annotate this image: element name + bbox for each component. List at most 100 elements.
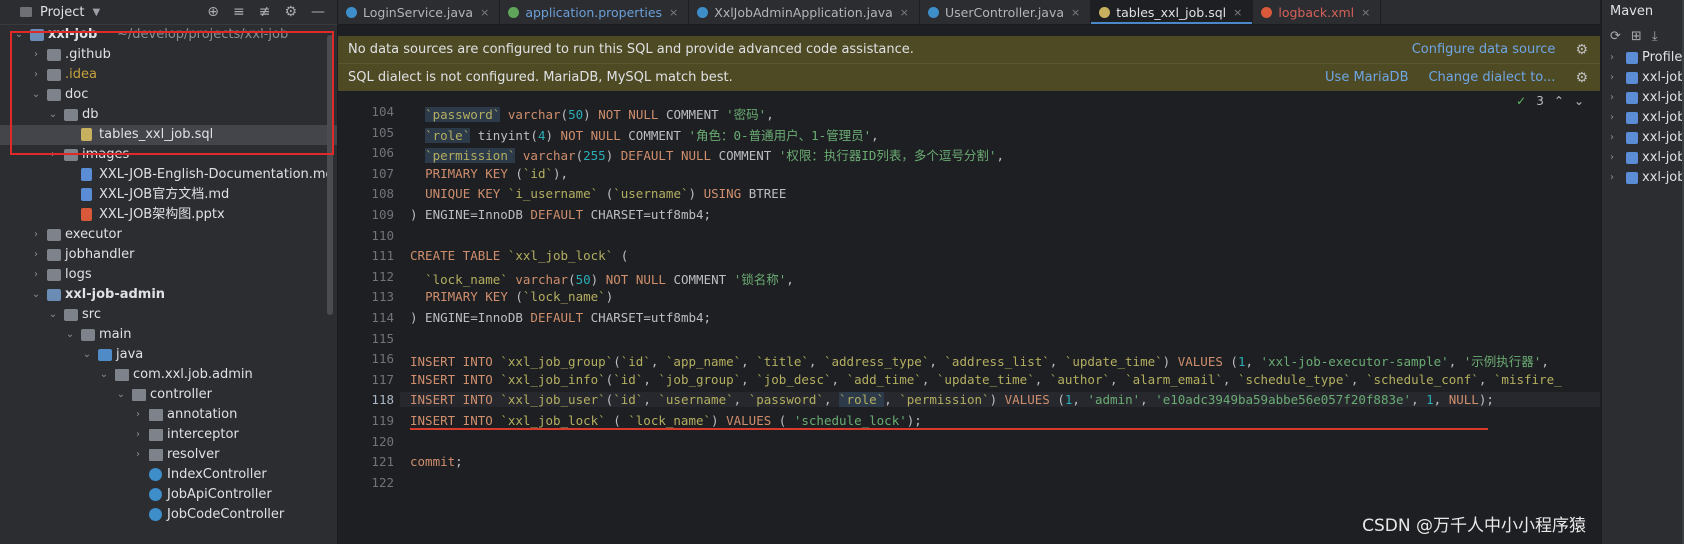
- scrollbar[interactable]: [327, 35, 333, 315]
- hide-icon[interactable]: —: [311, 4, 325, 20]
- chevron-down-icon[interactable]: ⌄: [31, 85, 41, 105]
- editor-tab[interactable]: application.properties ×: [500, 0, 690, 24]
- chevron-right-icon[interactable]: ›: [1610, 88, 1614, 108]
- code-line[interactable]: PRIMARY KEY (`id`),: [410, 166, 568, 181]
- tree-item[interactable]: ⌄ db: [0, 105, 337, 125]
- code-line[interactable]: `password` varchar(50) NOT NULL COMMENT …: [410, 104, 774, 123]
- chevron-right-icon[interactable]: ›: [31, 265, 41, 285]
- collapse-all-icon[interactable]: ≢: [259, 4, 271, 20]
- code-line[interactable]: INSERT INTO `xxl_job_lock` ( `lock_name`…: [410, 413, 922, 428]
- maven-item[interactable]: › xxl-job: [1602, 108, 1684, 128]
- use-mariadb-link[interactable]: Use MariaDB: [1325, 70, 1408, 85]
- code-line[interactable]: INSERT INTO `xxl_job_info`(`id`, `job_gr…: [410, 372, 1562, 387]
- gear-icon[interactable]: ⚙: [1575, 42, 1588, 58]
- code-line[interactable]: `lock_name` varchar(50) NOT NULL COMMENT…: [410, 269, 794, 288]
- chevron-right-icon[interactable]: ›: [31, 245, 41, 265]
- tree-item[interactable]: ⌄ xxl-job-admin: [0, 285, 337, 305]
- chevron-right-icon[interactable]: ›: [1610, 68, 1614, 88]
- change-dialect-link[interactable]: Change dialect to...: [1428, 70, 1555, 85]
- maven-item[interactable]: › xxl-job: [1602, 168, 1684, 188]
- close-icon[interactable]: ×: [480, 6, 489, 19]
- tree-item[interactable]: ⌄ src: [0, 305, 337, 325]
- reload-icon[interactable]: ⟳: [1610, 29, 1621, 44]
- chevron-down-icon[interactable]: ⌄: [48, 305, 58, 325]
- code-line[interactable]: `role` tinyint(4) NOT NULL COMMENT '角色：0…: [410, 125, 879, 144]
- tree-item[interactable]: ⌄ java: [0, 345, 337, 365]
- chevron-down-icon[interactable]: ⌄: [14, 25, 24, 45]
- add-icon[interactable]: ⊞: [1631, 29, 1642, 44]
- chevron-down-icon[interactable]: ▼: [92, 7, 100, 18]
- code-line[interactable]: INSERT INTO `xxl_job_group`(`id`, `app_n…: [410, 351, 1549, 370]
- code-line[interactable]: ) ENGINE=InnoDB DEFAULT CHARSET=utf8mb4;: [410, 310, 711, 325]
- tree-item[interactable]: ⌄ doc: [0, 85, 337, 105]
- tree-item[interactable]: › resolver: [0, 445, 337, 465]
- editor-tab[interactable]: tables_xxl_job.sql ×: [1091, 0, 1254, 24]
- editor-tab[interactable]: UserController.java ×: [920, 0, 1092, 24]
- tree-item[interactable]: › interceptor: [0, 425, 337, 445]
- chevron-right-icon[interactable]: ›: [31, 45, 41, 65]
- chevron-down-icon[interactable]: ⌄: [99, 365, 109, 385]
- chevron-down-icon[interactable]: ⌄: [48, 105, 58, 125]
- close-icon[interactable]: ×: [1071, 6, 1080, 19]
- gear-icon[interactable]: ⚙: [1575, 70, 1588, 86]
- chevron-right-icon[interactable]: ›: [133, 445, 143, 465]
- tree-item[interactable]: › jobhandler: [0, 245, 337, 265]
- chevron-right-icon[interactable]: ›: [1610, 108, 1614, 128]
- tree-item[interactable]: IndexController: [0, 465, 337, 485]
- chevron-right-icon[interactable]: ›: [1610, 48, 1614, 68]
- code-line[interactable]: ) ENGINE=InnoDB DEFAULT CHARSET=utf8mb4;: [410, 207, 711, 222]
- configure-data-source-link[interactable]: Configure data source: [1412, 42, 1556, 57]
- code-line[interactable]: `permission` varchar(255) DEFAULT NULL C…: [410, 145, 1004, 164]
- expand-all-icon[interactable]: ≡: [233, 4, 245, 20]
- chevron-right-icon[interactable]: ›: [31, 65, 41, 85]
- chevron-down-icon[interactable]: ⌄: [116, 385, 126, 405]
- editor-tab[interactable]: logback.xml ×: [1253, 0, 1382, 24]
- maven-item[interactable]: › xxl-job: [1602, 88, 1684, 108]
- chevron-right-icon[interactable]: ›: [31, 225, 41, 245]
- close-icon[interactable]: ×: [1361, 6, 1370, 19]
- chevron-right-icon[interactable]: ›: [1610, 168, 1614, 188]
- tree-item[interactable]: JobApiController: [0, 485, 337, 505]
- code-line[interactable]: INSERT INTO `xxl_job_user` (`id`, `userna…: [400, 392, 1600, 408]
- tree-item[interactable]: ⌄ main: [0, 325, 337, 345]
- tree-item[interactable]: JobCodeController: [0, 505, 337, 525]
- tree-item[interactable]: › annotation: [0, 405, 337, 425]
- tree-item[interactable]: ⌄ com.xxl.job.admin: [0, 365, 337, 385]
- code-line[interactable]: CREATE TABLE `xxl_job_lock` (: [410, 248, 628, 263]
- download-icon[interactable]: ⤓: [1652, 29, 1658, 44]
- tree-item[interactable]: ⌄ xxl-job ~/develop/projects/xxl-job: [0, 25, 337, 45]
- tree-item[interactable]: XXL-JOB-English-Documentation.md: [0, 165, 337, 185]
- tree-item[interactable]: tables_xxl_job.sql: [0, 125, 337, 145]
- code-line[interactable]: PRIMARY KEY (`lock_name`): [410, 289, 613, 304]
- chevron-right-icon[interactable]: ›: [48, 145, 58, 165]
- chevron-right-icon[interactable]: ›: [133, 405, 143, 425]
- code-line[interactable]: commit;: [410, 454, 463, 469]
- maven-item[interactable]: › Profiles: [1602, 48, 1684, 68]
- tree-item[interactable]: › images: [0, 145, 337, 165]
- code-line[interactable]: UNIQUE KEY `i_username` (`username`) USI…: [410, 186, 786, 201]
- tree-item[interactable]: › .idea: [0, 65, 337, 85]
- tree-item[interactable]: XXL-JOB官方文档.md: [0, 185, 337, 205]
- locate-icon[interactable]: ⊕: [207, 4, 219, 20]
- project-title[interactable]: Project: [20, 5, 84, 20]
- chevron-right-icon[interactable]: ›: [1610, 128, 1614, 148]
- tree-item[interactable]: › executor: [0, 225, 337, 245]
- tree-item[interactable]: XXL-JOB架构图.pptx: [0, 205, 337, 225]
- close-icon[interactable]: ×: [900, 6, 909, 19]
- gear-icon[interactable]: ⚙: [284, 4, 297, 20]
- maven-item[interactable]: › xxl-job: [1602, 68, 1684, 88]
- tree-item[interactable]: › .github: [0, 45, 337, 65]
- maven-item[interactable]: › xxl-job: [1602, 128, 1684, 148]
- chevron-right-icon[interactable]: ›: [1610, 148, 1614, 168]
- editor-tab[interactable]: LoginService.java ×: [338, 0, 501, 24]
- close-icon[interactable]: ×: [1233, 6, 1242, 19]
- editor-tab[interactable]: XxlJobAdminApplication.java ×: [689, 0, 921, 24]
- chevron-down-icon[interactable]: ⌄: [82, 345, 92, 365]
- chevron-right-icon[interactable]: ›: [133, 425, 143, 445]
- maven-item[interactable]: › xxl-job: [1602, 148, 1684, 168]
- tree-item[interactable]: ⌄ controller: [0, 385, 337, 405]
- close-icon[interactable]: ×: [669, 6, 678, 19]
- chevron-down-icon[interactable]: ⌄: [65, 325, 75, 345]
- tree-item[interactable]: › logs: [0, 265, 337, 285]
- chevron-down-icon[interactable]: ⌄: [31, 285, 41, 305]
